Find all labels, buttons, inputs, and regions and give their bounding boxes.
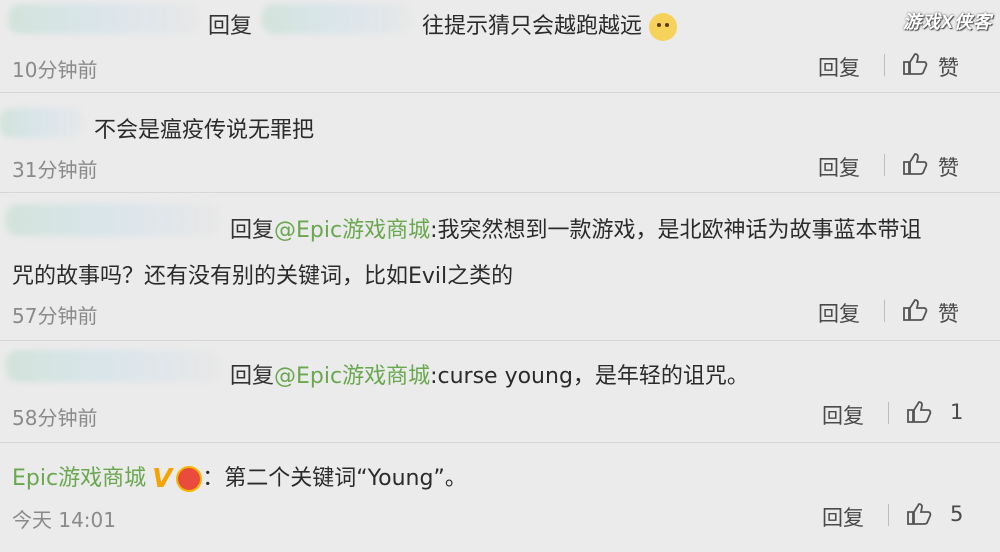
mention-link[interactable]: @Epic游戏商城 bbox=[274, 364, 430, 389]
comment-time: 31分钟前 bbox=[12, 158, 98, 182]
blurred-username bbox=[6, 350, 220, 382]
comment-text-body: :我突然想到一款游戏，是北欧神话为故事蓝本带诅 bbox=[430, 218, 922, 243]
reply-word: 回复 bbox=[208, 14, 253, 39]
thumbs-up-icon[interactable] bbox=[906, 502, 932, 526]
thumbs-up-icon[interactable] bbox=[902, 52, 928, 76]
action-separator bbox=[884, 154, 885, 176]
comment-text-line-1: 回复@Epic游戏商城:我突然想到一款游戏，是北欧神话为故事蓝本带诅 bbox=[230, 212, 922, 244]
comment-time: 10分钟前 bbox=[12, 58, 98, 82]
action-separator bbox=[884, 300, 885, 322]
comment-text: 不会是瘟疫传说无罪把 bbox=[94, 118, 315, 143]
like-button[interactable]: 赞 bbox=[938, 298, 959, 328]
reply-button[interactable]: 回复 bbox=[822, 502, 864, 532]
comment-text: 往提示猜只会越跑越远 bbox=[422, 8, 678, 41]
blurred-username bbox=[0, 108, 84, 138]
reply-word: 回复 bbox=[230, 364, 275, 389]
divider bbox=[0, 442, 1000, 443]
watermark: 游戏X侠客 bbox=[902, 12, 992, 32]
comment-text-body: 往提示猜只会越跑越远 bbox=[422, 14, 643, 39]
divider bbox=[0, 340, 1000, 341]
comment-text: 回复@Epic游戏商城:curse young，是年轻的诅咒。 bbox=[230, 358, 749, 390]
thumbs-up-icon[interactable] bbox=[902, 152, 928, 176]
doge-emoji-icon bbox=[649, 13, 678, 41]
username-link[interactable]: Epic游戏商城 bbox=[12, 466, 146, 491]
divider bbox=[0, 192, 1000, 193]
like-button[interactable]: 赞 bbox=[938, 52, 959, 82]
like-count[interactable]: 1 bbox=[950, 400, 963, 424]
like-count[interactable]: 5 bbox=[950, 502, 963, 526]
thumbs-up-icon[interactable] bbox=[906, 400, 932, 424]
action-separator bbox=[888, 504, 889, 526]
comment-text: Epic游戏商城 V ：第二个关键词“Young”。 bbox=[12, 460, 467, 494]
verified-badge-icon: V bbox=[152, 464, 173, 494]
comment-time: 58分钟前 bbox=[12, 406, 98, 430]
divider bbox=[0, 92, 1000, 93]
reply-button[interactable]: 回复 bbox=[822, 400, 864, 430]
reply-word: 回复 bbox=[230, 218, 275, 243]
comment-time: 今天 14:01 bbox=[12, 508, 116, 532]
thumbs-up-icon[interactable] bbox=[902, 298, 928, 322]
blurred-username bbox=[6, 204, 220, 236]
comment-text-body: ：第二个关键词“Young”。 bbox=[202, 466, 467, 491]
reply-button[interactable]: 回复 bbox=[818, 52, 860, 82]
medal-badge-icon bbox=[176, 466, 203, 492]
action-separator bbox=[888, 402, 889, 424]
mention-link[interactable]: @Epic游戏商城 bbox=[274, 218, 430, 243]
like-button[interactable]: 赞 bbox=[938, 152, 959, 182]
reply-button[interactable]: 回复 bbox=[818, 152, 860, 182]
blurred-mention bbox=[262, 4, 412, 34]
comment-text-line-2: 咒的故事吗？还有没有别的关键词，比如Evil之类的 bbox=[12, 264, 514, 289]
comment-time: 57分钟前 bbox=[12, 304, 98, 328]
reply-button[interactable]: 回复 bbox=[818, 298, 860, 328]
comment-text-body: :curse young，是年轻的诅咒。 bbox=[430, 364, 749, 389]
blurred-username bbox=[8, 4, 198, 34]
action-separator bbox=[884, 54, 885, 76]
